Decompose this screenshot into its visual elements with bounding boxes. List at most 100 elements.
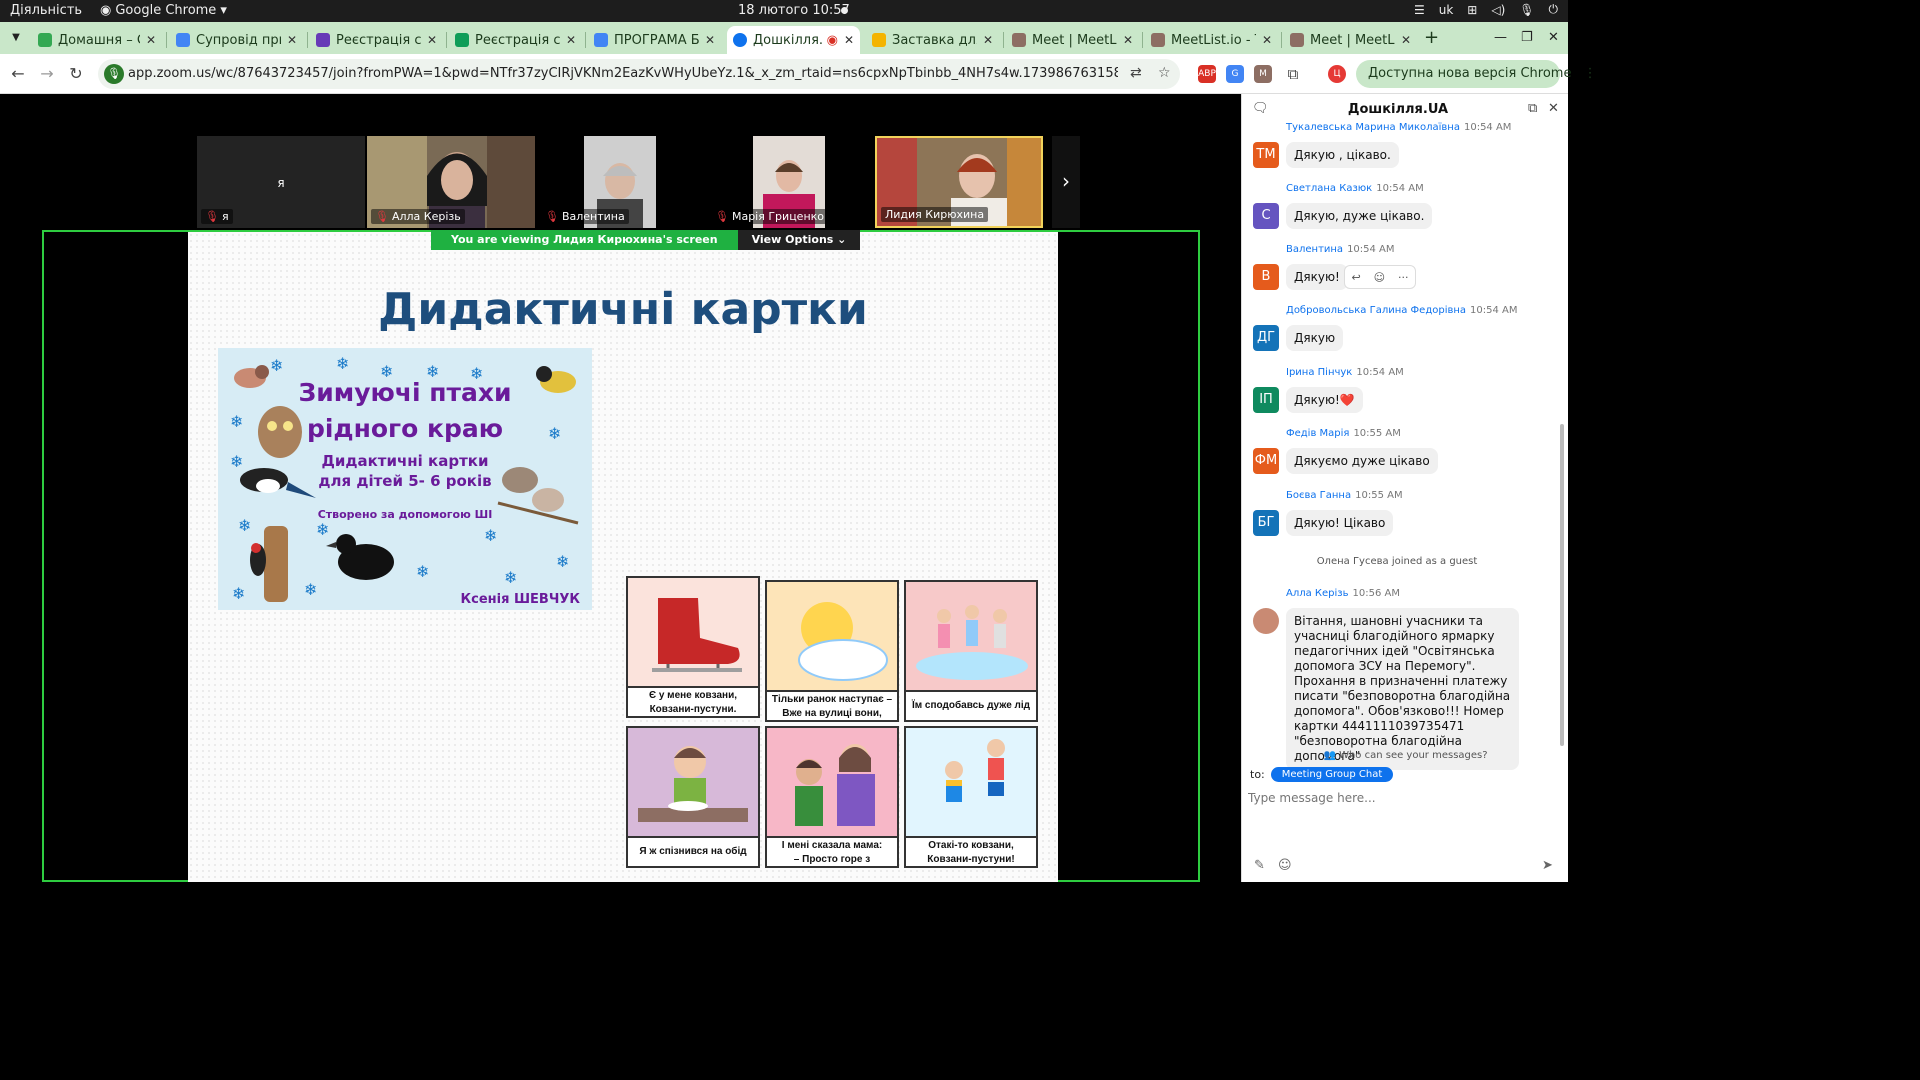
reply-icon[interactable]: ↩ — [1351, 271, 1360, 284]
profile-avatar[interactable]: Ц — [1328, 65, 1346, 83]
chrome-icon: ◉ — [100, 3, 112, 18]
screen-share-banner: You are viewing Лидия Кирюхина's screen … — [431, 230, 861, 250]
message-bubble[interactable]: Дякую! — [1286, 264, 1348, 290]
message-bubble[interactable]: Дякую, дуже цікаво. — [1286, 203, 1433, 229]
activities-button[interactable]: Діяльність — [10, 3, 82, 18]
tab-7[interactable]: Meet | MeetLis ✕ — [1006, 26, 1139, 54]
clock[interactable]: 18 лютого 10:57 — [738, 3, 850, 18]
close-icon[interactable]: ✕ — [1262, 33, 1272, 47]
more-vert-icon: ⋮ — [1583, 66, 1597, 81]
address-bar[interactable]: 🎙 app.zoom.us/wc/87643723457/join?fromPW… — [98, 59, 1180, 89]
tab-4[interactable]: ПРОГРАМА Б ✕ — [588, 26, 721, 54]
participant-tile-self[interactable]: я 🎙 я — [197, 136, 365, 228]
site-info-mic-icon[interactable]: 🎙 — [104, 64, 124, 84]
participant-tile[interactable]: 🎙 Алла Керізь — [367, 136, 535, 228]
tab-8[interactable]: MeetList.io - T ✕ — [1145, 26, 1278, 54]
chat-message-input[interactable] — [1248, 787, 1548, 809]
maximize-icon[interactable]: ❐ — [1521, 30, 1533, 45]
url-text[interactable]: app.zoom.us/wc/87643723457/join?fromPWA=… — [128, 66, 1118, 81]
close-icon[interactable]: ✕ — [146, 33, 156, 47]
google-forms-icon — [316, 33, 330, 47]
close-icon[interactable]: ✕ — [844, 33, 854, 47]
tab-label: MeetList.io - T — [1171, 32, 1256, 48]
language-indicator[interactable]: uk — [1439, 3, 1454, 17]
participant-tile[interactable]: 🎙 Валентина — [537, 136, 705, 228]
avatar[interactable]: БГ — [1253, 510, 1279, 536]
message-bubble[interactable]: Дякую! Цікаво — [1286, 510, 1394, 536]
back-arrow-icon[interactable]: ← — [8, 64, 28, 84]
message-bubble[interactable]: Дякую , цікаво. — [1286, 142, 1399, 168]
meetlist-icon — [1151, 33, 1165, 47]
tab-label: Meet | MeetLis — [1032, 32, 1117, 48]
snowflake-icon: ❄ — [416, 562, 430, 581]
close-icon[interactable]: ✕ — [705, 33, 715, 47]
system-tray[interactable]: ☰ uk ⊞ ◁) 🎙 ⏻ — [1414, 2, 1558, 17]
tab-2[interactable]: Реєстрація сл ✕ — [310, 26, 443, 54]
microphone-icon: 🎙 — [1519, 2, 1535, 17]
next-participants-chevron-right-icon[interactable]: › — [1052, 136, 1080, 228]
send-icon[interactable]: ➤ — [1542, 858, 1553, 873]
translate-extension-icon[interactable]: G — [1226, 65, 1244, 83]
bookmark-star-icon[interactable]: ☆ — [1158, 65, 1171, 81]
close-icon[interactable]: ✕ — [1401, 33, 1411, 47]
extensions-puzzle-icon[interactable]: ⧉ — [1284, 65, 1302, 83]
close-icon[interactable]: ✕ — [566, 33, 576, 47]
google-docs-icon — [176, 33, 190, 47]
app-menu[interactable]: ◉ Google Chrome ▾ — [100, 3, 227, 18]
tab-search-chevron-icon[interactable]: ▼ — [8, 30, 24, 46]
message-header: Алла Керізь 10:56 AM — [1286, 588, 1400, 599]
avatar[interactable]: ТМ — [1253, 142, 1279, 168]
close-icon[interactable]: ✕ — [427, 33, 437, 47]
forward-arrow-icon[interactable]: → — [37, 64, 57, 84]
card-caption: Їм сподобавсь дуже лід — [906, 690, 1036, 720]
kids-skating-illustration — [906, 582, 1036, 690]
adblock-icon[interactable]: ABP — [1198, 65, 1216, 83]
emoji-reaction-icon[interactable]: ☺ — [1374, 271, 1385, 284]
avatar[interactable]: ФМ — [1253, 448, 1279, 474]
emoji-icon[interactable]: ☺ — [1278, 858, 1292, 873]
to-label: to: — [1250, 768, 1265, 781]
message-bubble[interactable]: Дякую!❤️ — [1286, 387, 1363, 413]
view-options-button[interactable]: View Options ⌄ — [737, 230, 861, 250]
meetlist-extension-icon[interactable]: M — [1254, 65, 1272, 83]
avatar-photo[interactable] — [1253, 608, 1279, 634]
participant-tile[interactable]: 🎙 Марія Гриценко — [707, 136, 875, 228]
chat-scrollbar[interactable] — [1560, 424, 1564, 746]
avatar[interactable]: ІП — [1253, 387, 1279, 413]
reload-icon[interactable]: ↻ — [66, 64, 86, 84]
snowflake-icon: ❄ — [484, 526, 498, 545]
recipient-selector[interactable]: Meeting Group Chat — [1270, 767, 1394, 782]
snowflake-icon: ❄ — [316, 520, 330, 539]
close-icon[interactable]: ✕ — [983, 33, 993, 47]
avatar[interactable]: С — [1253, 203, 1279, 229]
chevron-down-icon: ⌄ — [837, 233, 847, 246]
tab-0[interactable]: Домашня – Gc ✕ — [32, 26, 162, 54]
tab-1[interactable]: Супровід прир ✕ — [170, 26, 303, 54]
chat-panel: 🗨 Дошкілля.UA ⧉ ✕ Тукалевська Марина Мик… — [1241, 94, 1568, 882]
minimize-icon[interactable]: — — [1494, 30, 1507, 45]
pop-out-icon[interactable]: ⧉ — [1528, 101, 1537, 116]
translate-icon[interactable]: ⇄ — [1130, 65, 1142, 81]
participant-tile-active-speaker[interactable]: Лидия Кирюхина — [875, 136, 1043, 228]
tab-9[interactable]: Meet | MeetLis ✕ — [1284, 26, 1417, 54]
more-horiz-icon[interactable]: ··· — [1398, 271, 1409, 284]
format-text-icon[interactable]: ✎ — [1254, 858, 1265, 873]
avatar[interactable]: ДГ — [1253, 325, 1279, 351]
message-bubble[interactable]: Дякую — [1286, 325, 1344, 351]
tab-5-active[interactable]: Дошкілля. ◉ ✕ — [727, 26, 860, 54]
new-tab-plus-icon[interactable]: + — [1424, 27, 1439, 48]
close-icon[interactable]: ✕ — [1123, 33, 1133, 47]
message-header: Федів Марія 10:55 AM — [1286, 428, 1401, 439]
chrome-update-button[interactable]: Доступна нова версія Chrome ⋮ — [1356, 60, 1597, 88]
message-bubble[interactable]: Вітання, шановні учасники та учасниці бл… — [1286, 608, 1519, 770]
browser-toolbar: ← → ↻ 🎙 app.zoom.us/wc/87643723457/join?… — [0, 54, 1597, 94]
close-icon[interactable]: ✕ — [287, 33, 297, 47]
message-bubble[interactable]: Дякуємо дуже цікаво — [1286, 448, 1438, 474]
didactic-card: Є у мене ковзани, Ковзани-пустуни. — [626, 576, 760, 718]
avatar[interactable]: В — [1253, 264, 1279, 290]
window-close-icon[interactable]: ✕ — [1548, 30, 1559, 45]
tab-3[interactable]: Реєстрація сл ✕ — [449, 26, 582, 54]
who-can-see-link[interactable]: 👥 Who can see your messages? — [1242, 750, 1569, 761]
tab-6[interactable]: Заставка для ✕ — [866, 26, 999, 54]
close-icon[interactable]: ✕ — [1548, 101, 1559, 116]
